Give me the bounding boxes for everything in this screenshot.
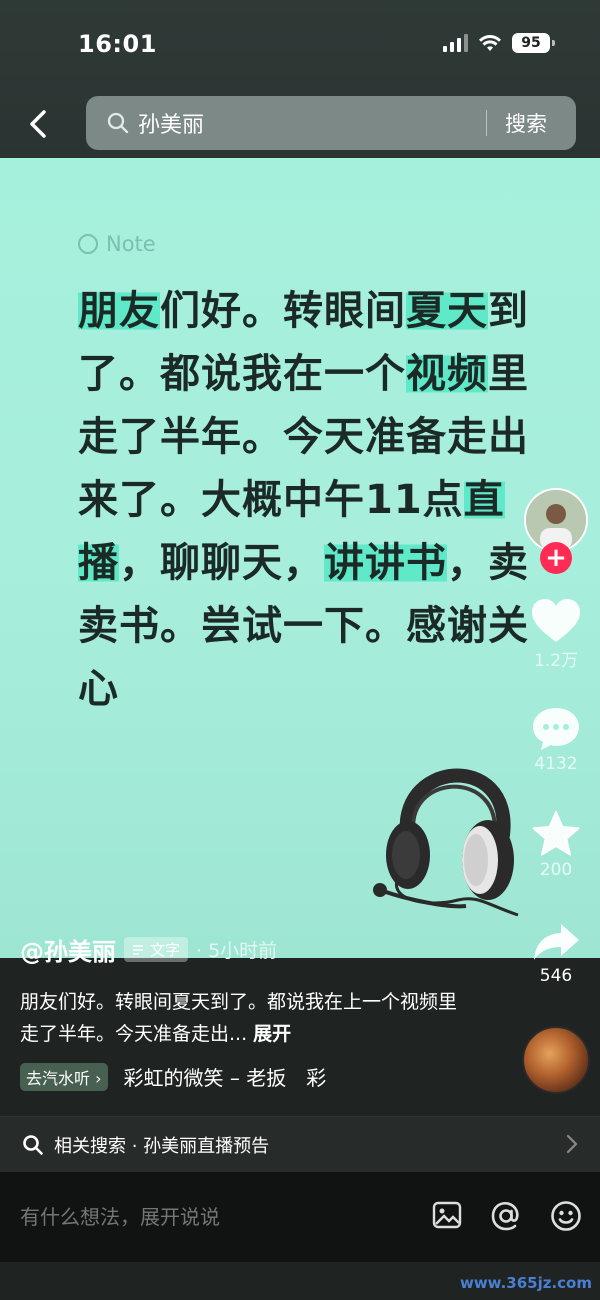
- post-text-segment: ，聊聊天，: [119, 540, 324, 586]
- comment-tools: [432, 1200, 582, 1232]
- search-divider: [486, 110, 487, 136]
- headphones-icon: [373, 768, 519, 917]
- related-search-text: 相关搜索 · 孙美丽直播预告: [54, 1135, 270, 1157]
- expand-button[interactable]: 展开: [253, 1023, 291, 1045]
- avatar-image: [526, 490, 586, 550]
- heart-icon: [532, 599, 580, 642]
- wifi-icon: [479, 35, 501, 51]
- post-time: · 5小时前: [196, 940, 278, 962]
- comment-button[interactable]: 4132: [520, 706, 592, 774]
- search-icon: [23, 1134, 43, 1155]
- status-icons: 95: [443, 33, 555, 53]
- back-button[interactable]: [20, 104, 56, 144]
- share-count: 546: [539, 966, 573, 986]
- like-count: 1.2万: [533, 651, 579, 671]
- favorite-count: 200: [539, 860, 573, 880]
- watermark: www.365jz.com: [459, 1274, 592, 1292]
- chevron-left-icon: [30, 110, 46, 138]
- emoji-icon[interactable]: [550, 1200, 582, 1232]
- comment-count: 4132: [534, 754, 578, 774]
- battery-icon: 95: [512, 33, 555, 53]
- listen-label: 去汽水听: [26, 1068, 91, 1088]
- music-row: 去汽水听 › 彩虹的微笑 – 老扳 彩: [20, 1062, 326, 1091]
- highlighted-text: 讲讲书: [324, 540, 447, 586]
- star-icon: [532, 811, 580, 856]
- comment-icon: [533, 708, 579, 750]
- type-badge-label: 文字: [150, 941, 181, 959]
- comment-input[interactable]: [20, 1205, 380, 1229]
- share-arrow-icon: [534, 924, 579, 960]
- like-button[interactable]: 1.2万: [520, 598, 592, 671]
- post-text: 朋友们好。转眼间夏天到了。都说我在一个视频里走了半年。今天准备走出来了。大概中午…: [78, 280, 540, 721]
- post-text-segment: 们好。转眼间: [160, 288, 406, 334]
- description-text: 朋友们好。转眼间夏天到了。都说我在上一个视频里走了半年。今天准备走出...: [20, 991, 458, 1045]
- video-content[interactable]: Note 朋友们好。转眼间夏天到了。都说我在一个视频里走了半年。今天准备走出来了…: [0, 158, 600, 966]
- highlighted-text: 视频: [406, 351, 488, 397]
- highlighted-text: 朋友: [78, 288, 160, 334]
- share-button[interactable]: 546: [520, 920, 592, 986]
- search-button[interactable]: 搜索: [505, 108, 547, 138]
- post-meta: @孙美丽 文字 · 5小时前: [20, 932, 277, 967]
- listen-button[interactable]: 去汽水听 ›: [20, 1062, 108, 1091]
- status-time: 16:01: [78, 30, 157, 58]
- related-search[interactable]: 相关搜索 · 孙美丽直播预告: [0, 1116, 600, 1172]
- highlighted-text: 夏天: [406, 288, 488, 334]
- circle-icon: [78, 234, 98, 254]
- follow-button[interactable]: +: [540, 542, 572, 574]
- search-bar[interactable]: 搜索: [86, 96, 576, 150]
- cellular-signal-icon: [443, 34, 468, 52]
- search-icon: [107, 112, 129, 134]
- top-bar: 16:01 95 搜索: [0, 0, 600, 158]
- comment-bar: [0, 1172, 600, 1262]
- favorite-button[interactable]: 200: [520, 810, 592, 880]
- note-tag: Note: [78, 232, 156, 256]
- chevron-right-icon: [566, 1134, 578, 1154]
- mention-icon[interactable]: [490, 1200, 522, 1232]
- note-tag-label: Note: [106, 232, 156, 256]
- description[interactable]: 朋友们好。转眼间夏天到了。都说我在上一个视频里走了半年。今天准备走出... 展开: [20, 986, 470, 1050]
- text-lines-icon: [133, 944, 143, 955]
- music-title[interactable]: 彩虹的微笑 – 老扳 彩: [124, 1062, 327, 1091]
- chevron-right-icon: ›: [95, 1068, 102, 1088]
- author-name[interactable]: @孙美丽: [20, 932, 116, 967]
- search-input[interactable]: [138, 110, 468, 136]
- image-icon[interactable]: [432, 1200, 462, 1230]
- music-disc[interactable]: [522, 1026, 590, 1094]
- type-badge: 文字: [124, 937, 189, 962]
